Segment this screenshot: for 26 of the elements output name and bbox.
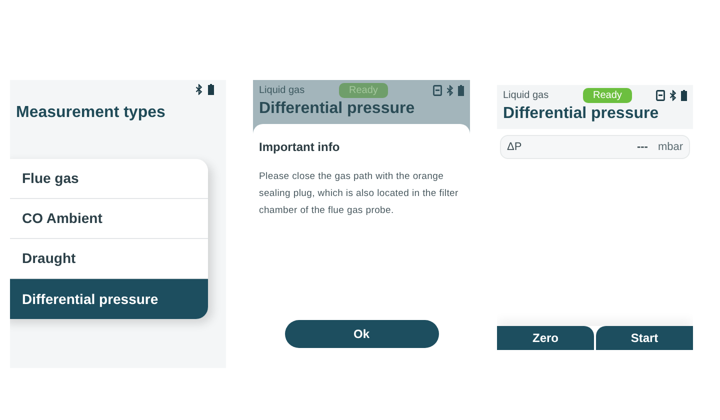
screen-title: Measurement types xyxy=(16,103,166,123)
menu-item[interactable]: Differential pressure xyxy=(10,279,208,319)
status-badge: Ready xyxy=(583,88,632,103)
menu-item[interactable]: Draught xyxy=(10,239,208,279)
screen-title: Differential pressure xyxy=(259,99,416,119)
reading-value: --- xyxy=(636,140,648,155)
profile-label: Liquid gas xyxy=(503,89,550,103)
menu-item[interactable]: CO Ambient xyxy=(10,199,208,239)
reading-symbol: ΔP xyxy=(507,140,522,155)
dialog-message: Please close the gas path with the orange sealing plug, which is also located in the filter chamber of the flue gas probe. xyxy=(259,170,460,218)
action-button[interactable]: Zero xyxy=(497,326,594,350)
bluetooth-icon xyxy=(669,90,677,101)
battery-icon xyxy=(681,90,687,101)
battery-icon xyxy=(208,84,214,95)
action-button[interactable]: Start xyxy=(596,326,693,350)
ok-button[interactable]: Ok xyxy=(284,320,438,348)
reading-unit: mbar xyxy=(658,140,683,155)
dialog-title: Important info xyxy=(259,139,341,156)
screen-title: Differential pressure xyxy=(503,104,660,124)
profile-label: Liquid gas xyxy=(259,84,306,98)
battery-icon xyxy=(458,85,464,96)
device-icon xyxy=(656,90,665,101)
bluetooth-icon xyxy=(446,85,454,96)
bluetooth-icon xyxy=(195,84,203,95)
menu-item[interactable]: Flue gas xyxy=(10,159,208,199)
device-icon xyxy=(433,85,442,96)
